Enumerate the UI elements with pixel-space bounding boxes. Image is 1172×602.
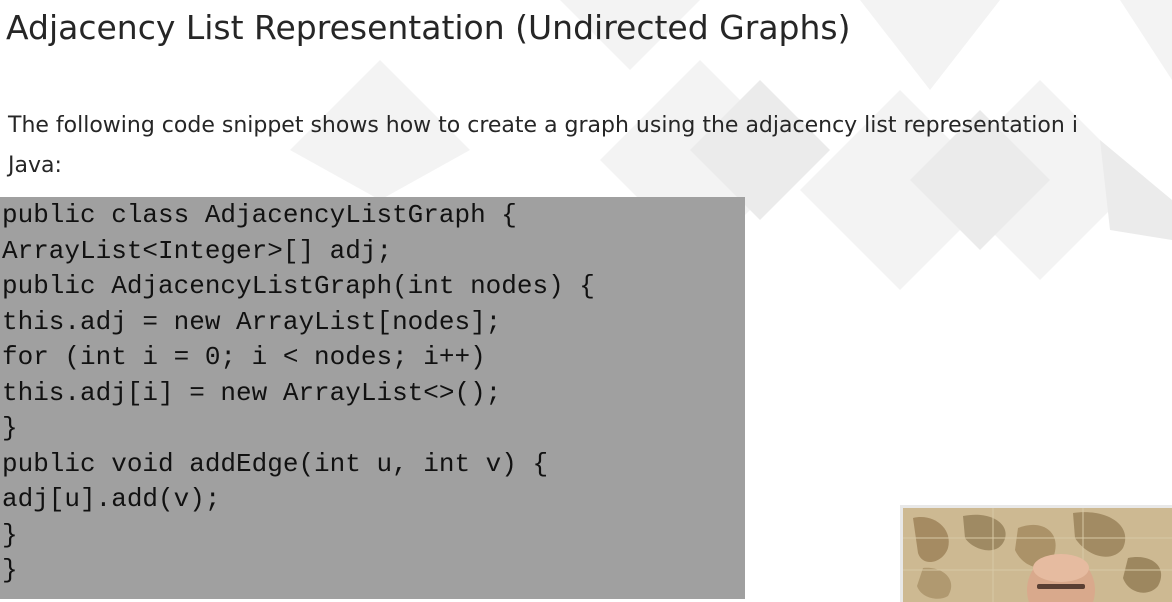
code-snippet-block: public class AdjacencyListGraph { ArrayL… [0, 197, 745, 599]
code-line: } [2, 555, 18, 585]
intro-line: The following code snippet shows how to … [8, 113, 1078, 138]
presenter-webcam-icon [903, 508, 1172, 602]
code-line: ArrayList<Integer>[] adj; [2, 235, 393, 266]
code-line: } [2, 413, 18, 443]
code-line: this.adj = new ArrayList[nodes]; [2, 306, 502, 337]
code-line: public class AdjacencyListGraph { [2, 200, 517, 230]
intro-paragraph: The following code snippet shows how to … [8, 106, 1172, 186]
code-line: public void addEdge(int u, int v) { [2, 448, 549, 479]
code-line: for (int i = 0; i < nodes; i++) [2, 342, 486, 372]
code-line: public AdjacencyListGraph(int nodes) { [2, 271, 595, 301]
intro-line: Java: [8, 153, 62, 178]
presenter-webcam [900, 505, 1172, 602]
code-line: } [2, 519, 18, 550]
code-line: adj[u].add(v); [2, 484, 221, 514]
slide-title: Adjacency List Representation (Undirecte… [6, 8, 851, 47]
code-line: this.adj[i] = new ArrayList<>(); [2, 377, 502, 408]
